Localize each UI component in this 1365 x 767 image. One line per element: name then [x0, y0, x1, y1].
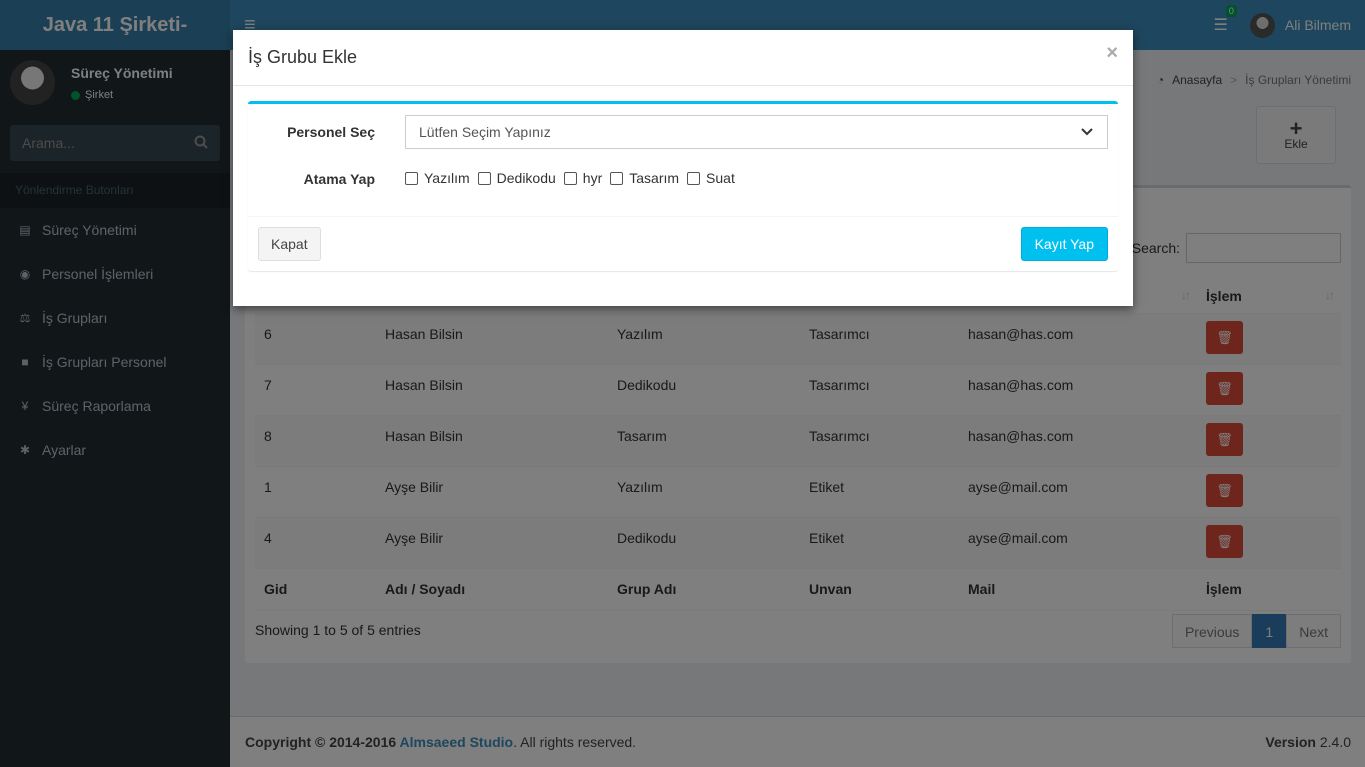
checkbox-icon[interactable]: [610, 171, 624, 185]
save-button[interactable]: Kayıt Yap: [1020, 227, 1108, 261]
personel-select[interactable]: Lütfen Seçim Yapınız: [405, 115, 1108, 149]
checkbox-suat[interactable]: Suat: [687, 170, 743, 186]
close-button[interactable]: Kapat: [258, 227, 321, 261]
personel-select-value: Lütfen Seçim Yapınız: [419, 124, 551, 140]
checkbox-icon[interactable]: [563, 171, 577, 185]
checkbox-icon[interactable]: [477, 171, 491, 185]
personel-label: Personel Seç: [287, 124, 375, 140]
checkbox-hyr[interactable]: hyr: [563, 170, 610, 186]
checkbox-label: Yazılım: [424, 170, 470, 186]
add-group-modal: İş Grubu Ekle × Personel Seç Lütfen Seçi…: [233, 30, 1133, 306]
checkbox-label: Dedikodu: [496, 170, 556, 186]
modal-title: İş Grubu Ekle: [248, 47, 358, 67]
checkbox-label: hyr: [582, 170, 603, 186]
personel-row: Personel Seç: [248, 115, 375, 149]
divider: [248, 216, 1118, 217]
checkbox-yazilim[interactable]: Yazılım: [405, 170, 478, 186]
checkbox-label: Tasarım: [629, 170, 680, 186]
checkbox-tasarim[interactable]: Tasarım: [610, 170, 687, 186]
atama-checkboxes: Yazılım Dedikodu hyr Tasarım Suat: [405, 170, 743, 186]
close-icon[interactable]: ×: [1106, 42, 1118, 65]
checkbox-icon[interactable]: [405, 171, 418, 185]
modal-header: İş Grubu Ekle ×: [233, 30, 1133, 86]
atama-label: Atama Yap: [303, 171, 375, 187]
modal-form: Personel Seç Lütfen Seçim Yapınız Atama …: [248, 101, 1118, 271]
atama-row: Atama Yap: [248, 170, 375, 188]
chevron-down-icon: [1081, 116, 1093, 159]
checkbox-label: Suat: [706, 170, 735, 186]
checkbox-icon[interactable]: [687, 171, 701, 185]
checkbox-dedikodu[interactable]: Dedikodu: [477, 170, 564, 186]
